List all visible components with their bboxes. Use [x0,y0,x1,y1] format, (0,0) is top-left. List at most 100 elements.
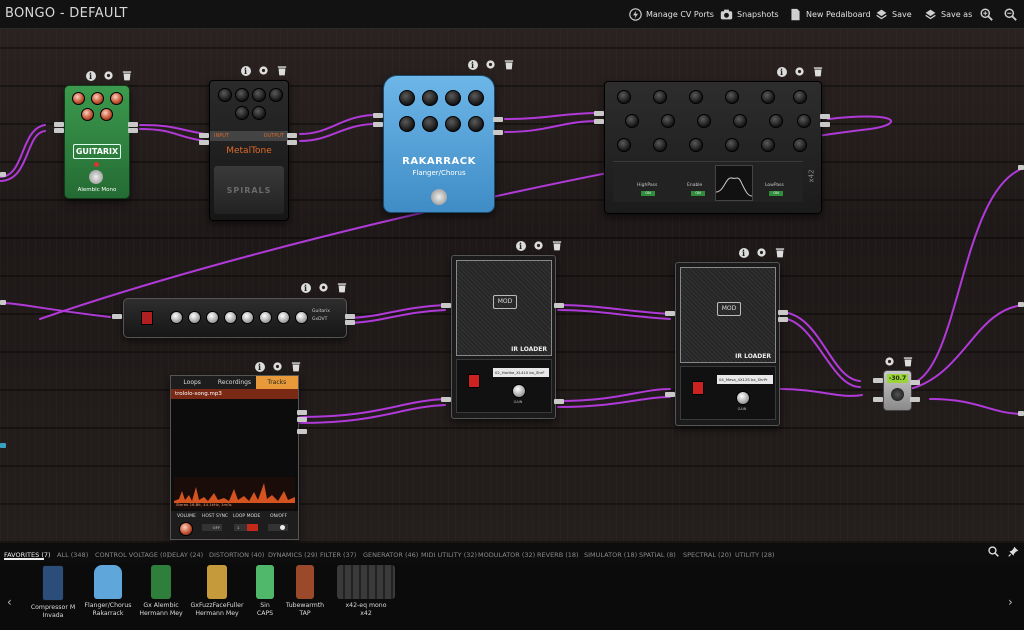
remove-button[interactable] [774,247,785,258]
knob[interactable] [689,138,703,152]
system-playback-port[interactable] [1018,302,1024,307]
pedalboard-canvas[interactable]: i GUITARIX Alembic Mono i INPUT OUTPUT M… [0,29,1024,543]
knob-mid[interactable] [188,311,201,324]
category-tab[interactable]: FILTER (37) [320,551,356,559]
tab-recordings[interactable]: Recordings [213,376,255,389]
on-off-switch[interactable] [268,524,288,531]
cable[interactable] [557,309,671,320]
system-capture-port[interactable] [0,300,6,305]
output-jack[interactable] [778,310,788,315]
knob[interactable] [769,114,783,128]
knob[interactable] [399,116,415,132]
knob[interactable] [697,114,711,128]
ir-loader-1[interactable]: MOD IR LOADER 02_Hartke_XL410 bx_ShrF GA… [451,255,556,419]
knob[interactable] [81,108,94,121]
ir-file-select[interactable]: 02_Hartke_XL410 bx_ShrF [493,368,549,377]
output-jack[interactable] [493,130,503,135]
knob[interactable] [761,138,775,152]
input-jack[interactable] [373,122,383,127]
settings-button[interactable] [258,65,269,76]
zoom-out-button[interactable] [1004,6,1017,22]
output-jack[interactable] [554,399,564,404]
remove-button[interactable] [336,282,347,293]
input-jack[interactable] [873,378,883,383]
category-tab[interactable]: MODULATOR (32) [478,551,535,559]
output-jack[interactable] [287,133,297,138]
knob[interactable] [653,138,667,152]
lowpass-switch[interactable]: ON [769,191,783,196]
cable[interactable] [909,167,1024,385]
cable[interactable] [557,396,671,408]
info-button[interactable]: i [738,247,749,258]
knob[interactable] [91,92,104,105]
x42-eq-pedal[interactable]: HighPass Enable LowPass ON ON ON x42 [604,81,822,214]
output-jack[interactable] [554,303,564,308]
knob[interactable] [617,90,631,104]
tab-loops[interactable]: Loops [171,376,213,389]
settings-button[interactable] [533,240,544,251]
gain-knob[interactable] [512,384,526,398]
category-tab[interactable]: CONTROL VOLTAGE (0) [95,551,169,559]
knob-dist[interactable] [218,88,232,102]
category-tab[interactable]: SPATIAL (8) [639,551,676,559]
knob[interactable] [72,92,85,105]
track-list-item[interactable]: trololo-song.mp3 [171,389,298,399]
input-jack[interactable] [665,392,675,397]
knob[interactable] [235,88,249,102]
output-jack[interactable] [297,429,307,434]
output-jack[interactable] [820,122,830,127]
input-jack[interactable] [373,113,383,118]
knob[interactable] [653,90,667,104]
category-tab[interactable]: ALL (348) [57,551,88,559]
knob[interactable] [733,114,747,128]
power-switch[interactable] [468,374,480,388]
gain-knob[interactable] [736,391,750,405]
tab-tracks[interactable]: Tracks [255,376,298,389]
manage-cv-ports-button[interactable]: Manage CV Ports [629,6,714,22]
category-tab[interactable]: SPECTRAL (20) [683,551,731,559]
knob-gain[interactable] [224,311,237,324]
tuner-pedal[interactable]: -30.7 [883,370,912,411]
knob-midfreq[interactable] [235,106,249,120]
host-sync-toggle[interactable]: OFF [202,524,222,531]
cable[interactable] [779,311,861,382]
input-jack[interactable] [594,119,604,124]
settings-button[interactable] [318,282,329,293]
guitarix-pedal[interactable]: GUITARIX Alembic Mono [64,85,130,199]
remove-button[interactable] [551,240,562,251]
output-jack[interactable] [493,117,503,122]
cable[interactable] [504,120,601,133]
system-capture-port[interactable] [0,172,6,177]
power-switch[interactable] [141,311,153,325]
knob-high[interactable] [206,311,219,324]
output-jack[interactable] [287,140,297,145]
knob[interactable] [468,116,484,132]
category-tab[interactable]: DELAY (24) [167,551,203,559]
scroll-left-arrow[interactable]: ‹ [7,595,12,609]
info-button[interactable]: i [467,59,478,70]
footswitch[interactable] [89,170,103,184]
cable[interactable] [0,130,46,182]
remove-button[interactable] [503,59,514,70]
snapshots-button[interactable]: Snapshots [720,6,779,22]
info-button[interactable]: i [254,361,265,372]
knob[interactable] [100,108,113,121]
plugin-item[interactable]: x42-eq mono x42 [331,565,401,618]
cable[interactable] [929,398,1024,415]
knob[interactable] [725,90,739,104]
settings-button[interactable] [884,356,895,367]
info-button[interactable]: i [240,65,251,76]
category-tab[interactable]: REVERB (18) [537,551,579,559]
audio-file-looper[interactable]: Loops Recordings Tracks trololo-song.mp3… [170,375,299,540]
cable[interactable] [139,128,206,142]
knob[interactable] [625,114,639,128]
pin-icon[interactable] [1008,546,1019,557]
cable[interactable] [909,304,1024,390]
system-playback-port[interactable] [1018,165,1024,170]
info-button[interactable]: i [776,66,787,77]
settings-button[interactable] [103,70,114,81]
output-jack[interactable] [910,380,920,385]
knob-level[interactable] [269,88,283,102]
input-jack[interactable] [54,128,64,133]
settings-button[interactable] [272,361,283,372]
